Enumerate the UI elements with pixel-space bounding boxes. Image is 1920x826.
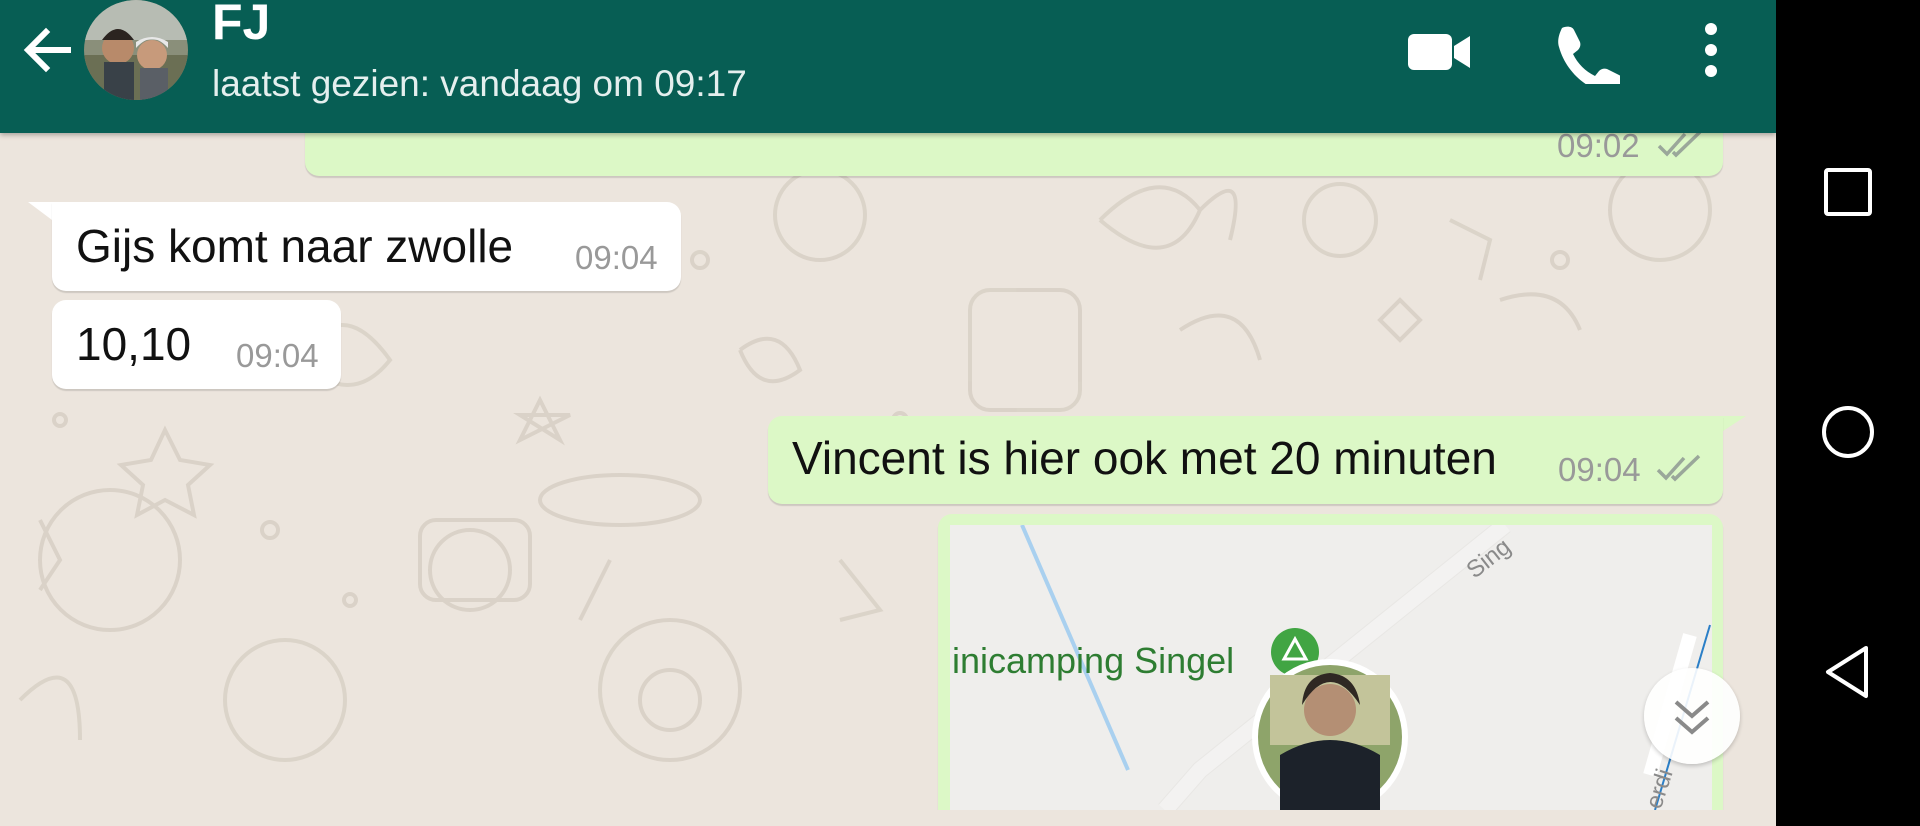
video-call-icon[interactable] [1404, 20, 1476, 84]
more-options-icon[interactable] [1676, 20, 1746, 84]
home-circle-icon[interactable] [1816, 400, 1880, 464]
back-triangle-icon[interactable] [1816, 640, 1880, 704]
contact-avatar[interactable] [84, 0, 188, 100]
double-chevron-down-icon [1674, 700, 1710, 735]
phone-call-icon[interactable] [1548, 20, 1620, 84]
message-time: 09:04 [236, 337, 319, 374]
location-map-preview[interactable]: inicamping Singel Sing erdi [950, 525, 1712, 810]
outgoing-message-bubble[interactable]: Vincent is hier ook met 20 minuten 09:04 [768, 416, 1723, 504]
message-text: Vincent is hier ook met 20 minuten [792, 432, 1497, 484]
message-time: 09:04 [575, 239, 658, 276]
message-time: 09:04 [1558, 451, 1641, 488]
read-receipt-icon [1657, 130, 1702, 158]
system-navigation-bar [1776, 0, 1920, 826]
chat-screen: FJ laatst gezien: vandaag om 09:17 09:02… [0, 0, 1776, 826]
scroll-to-bottom-button[interactable] [1644, 668, 1740, 764]
composer-area-edge [0, 810, 1776, 826]
contact-name[interactable]: FJ [212, 0, 270, 52]
chat-header: FJ laatst gezien: vandaag om 09:17 [0, 0, 1776, 133]
last-seen-status[interactable]: laatst gezien: vandaag om 09:17 [212, 60, 747, 108]
message-text: Gijs komt naar zwolle [76, 220, 514, 272]
recents-square-icon[interactable] [1816, 160, 1880, 224]
read-receipt-icon [1656, 454, 1701, 482]
map-place-label: inicamping Singel [952, 640, 1235, 681]
back-arrow-icon[interactable] [16, 18, 80, 82]
message-text: 10,10 [76, 318, 192, 370]
incoming-message-bubble[interactable]: 10,10 09:04 [52, 300, 341, 389]
incoming-message-bubble[interactable]: Gijs komt naar zwolle 09:04 [52, 202, 681, 291]
